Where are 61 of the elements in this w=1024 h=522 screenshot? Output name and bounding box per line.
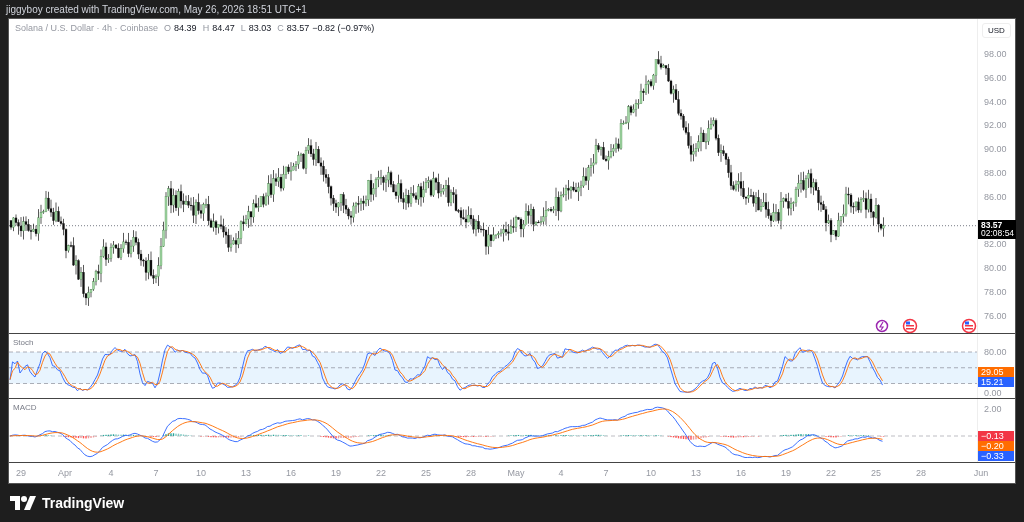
attribution-text: jiggyboy created with TradingView.com, May 26, 2026 18:51 UTC+1 (6, 3, 307, 15)
lightning-icon[interactable] (875, 319, 889, 333)
price-label: 92.00 (984, 120, 1007, 131)
value-tag: 15.21 (978, 377, 1014, 387)
time-label: 7 (603, 468, 609, 478)
price-label: 80.00 (984, 263, 1007, 274)
indicator-scale-label: 0.00 (984, 388, 1002, 398)
time-label: 13 (241, 468, 251, 478)
time-label: 25 (871, 468, 881, 478)
time-label: 28 (466, 468, 476, 478)
price-label: 96.00 (984, 72, 1007, 83)
price-label: 88.00 (984, 168, 1007, 178)
time-label: 16 (736, 468, 746, 478)
price-label: 82.00 (984, 239, 1007, 250)
value-tag: −0.13 (978, 431, 1014, 441)
flag-icon[interactable] (902, 318, 918, 334)
time-label: 19 (781, 468, 791, 478)
time-label: 10 (646, 468, 656, 478)
ohlc-value: 83.03 (248, 23, 272, 33)
time-label: 29 (16, 468, 26, 478)
time-label: 28 (916, 468, 926, 478)
value-tag: −0.20 (978, 441, 1014, 451)
time-label: 22 (376, 468, 386, 478)
price-label: 98.00 (984, 49, 1007, 59)
logo-icon (10, 496, 36, 510)
price-label: 90.00 (984, 144, 1007, 155)
ohlc-label: C (277, 23, 284, 33)
price-change: −0.82 (−0.97%) (312, 23, 375, 33)
time-label: Apr (58, 468, 72, 478)
currency-button[interactable]: USD (982, 23, 1011, 38)
flag-icon[interactable] (961, 318, 977, 334)
value-tag: 29.05 (978, 367, 1014, 377)
price-label: 78.00 (984, 287, 1007, 297)
indicator-scale-label: 2.00 (984, 404, 1002, 414)
time-label: Jun (973, 468, 989, 478)
price-label: 86.00 (984, 191, 1007, 202)
indicator-title: MACD (13, 403, 37, 412)
indicator-title: Stoch (13, 338, 34, 347)
ohlc-label: O (164, 23, 172, 33)
time-label: 25 (421, 468, 431, 478)
value-tag: −0.33 (978, 451, 1014, 461)
symbol-title: Solana / U.S. Dollar · 4h · Coinbase (15, 23, 159, 33)
time-label: May (507, 468, 525, 478)
time-label: 4 (558, 468, 564, 478)
ohlc-value: 83.57 (286, 23, 310, 33)
time-label: 22 (826, 468, 836, 478)
brand-name: TradingView (42, 495, 125, 511)
time-label: 4 (108, 468, 114, 478)
price-label: 76.00 (984, 310, 1007, 321)
indicator-scale-label: 80.00 (984, 347, 1007, 357)
ohlc-label: L (240, 23, 246, 33)
ohlc-value: 84.39 (174, 23, 197, 33)
last-price-tag: 83.57 02:08:54 (978, 219, 1016, 239)
time-label: 19 (331, 468, 341, 478)
time-label: 7 (153, 468, 159, 478)
time-label: 10 (196, 468, 206, 478)
time-label: 13 (691, 468, 701, 478)
time-label: 16 (286, 468, 296, 478)
ohlc-value: 84.47 (212, 23, 235, 33)
ohlc-label: H (202, 23, 210, 33)
price-label: 94.00 (984, 96, 1007, 107)
